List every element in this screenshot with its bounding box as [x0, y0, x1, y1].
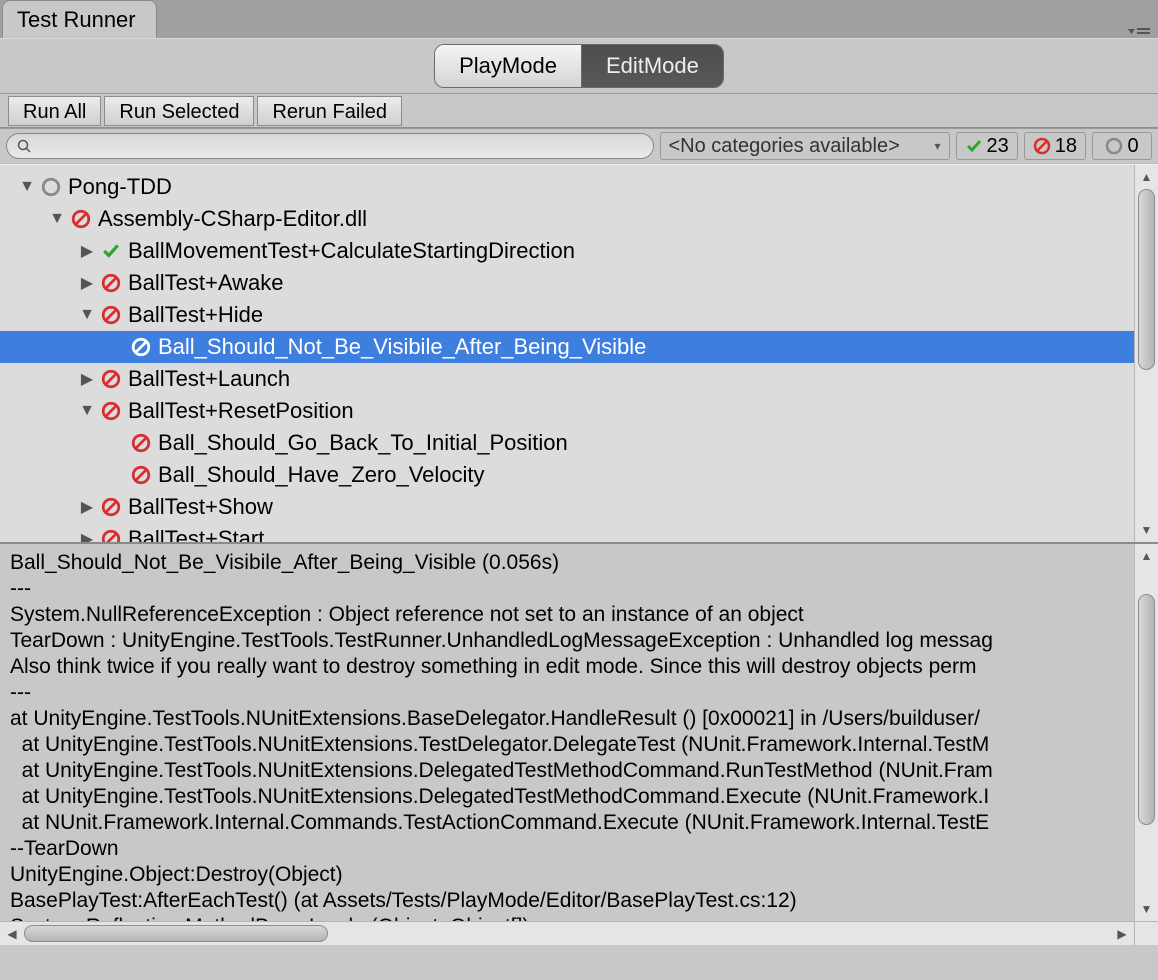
fail-icon — [70, 208, 92, 230]
tree-row[interactable]: ▶ BallTest+Awake — [0, 267, 1158, 299]
tree-item-label: Ball_Should_Not_Be_Visibile_After_Being_… — [158, 334, 646, 360]
mode-toggle: PlayMode EditMode — [434, 44, 724, 88]
run-all-button[interactable]: Run All — [8, 96, 101, 126]
pass-count-box[interactable]: 23 — [956, 132, 1018, 160]
tree-row[interactable]: Ball_Should_Not_Be_Visibile_After_Being_… — [0, 331, 1158, 363]
scroll-corner — [1134, 921, 1158, 945]
fail-icon — [130, 336, 152, 358]
pass-icon — [100, 240, 122, 262]
dropdown-arrow-icon: ▾ — [934, 139, 940, 153]
tree-row[interactable]: ▼ Assembly-CSharp-Editor.dll — [0, 203, 1158, 235]
tree-item-label: BallTest+Start — [128, 526, 264, 542]
tree-item-label: Ball_Should_Go_Back_To_Initial_Position — [158, 430, 568, 456]
tree-row[interactable]: ▼ BallTest+Hide — [0, 299, 1158, 331]
test-details[interactable]: Ball_Should_Not_Be_Visibile_After_Being_… — [0, 544, 1158, 945]
window-title: Test Runner — [17, 7, 136, 33]
tree-row[interactable]: ▶ BallTest+Launch — [0, 363, 1158, 395]
scroll-down-icon[interactable]: ▼ — [1135, 518, 1158, 542]
expand-arrow-icon[interactable]: ▶ — [78, 369, 96, 389]
scroll-right-icon[interactable]: ▶ — [1110, 922, 1134, 945]
tree-item-label: BallTest+Hide — [128, 302, 263, 328]
scroll-up-icon[interactable]: ▲ — [1135, 544, 1158, 568]
scroll-up-icon[interactable]: ▲ — [1135, 165, 1158, 189]
tree-item-label: BallTest+Launch — [128, 366, 290, 392]
tree-wrapper: ▼Pong-TDD▼Assembly-CSharp-Editor.dll▶Bal… — [0, 164, 1158, 542]
fail-icon — [100, 496, 122, 518]
neutral-icon — [40, 176, 62, 198]
fail-count-box[interactable]: 18 — [1024, 132, 1086, 160]
categories-label: <No categories available> — [669, 135, 900, 158]
fail-icon — [100, 272, 122, 294]
expand-arrow-icon[interactable]: ▶ — [78, 241, 96, 261]
search-field[interactable] — [6, 133, 654, 159]
fail-icon — [1033, 137, 1051, 155]
fail-icon — [130, 432, 152, 454]
expand-arrow-icon[interactable]: ▼ — [78, 306, 96, 324]
tab-bar: Test Runner — [0, 0, 1158, 38]
tree-row[interactable]: ▼ Pong-TDD — [0, 171, 1158, 203]
tree-item-label: Assembly-CSharp-Editor.dll — [98, 206, 367, 232]
tree-item-label: BallTest+Show — [128, 494, 273, 520]
tree-row[interactable]: Ball_Should_Go_Back_To_Initial_Position — [0, 427, 1158, 459]
fail-icon — [100, 368, 122, 390]
expand-arrow-icon[interactable]: ▼ — [18, 178, 36, 196]
fail-icon — [100, 304, 122, 326]
scroll-left-icon[interactable]: ◀ — [0, 922, 24, 945]
pending-count: 0 — [1127, 135, 1138, 158]
filter-row: <No categories available> ▾ 23 18 0 — [0, 128, 1158, 164]
tree-item-label: BallTest+ResetPosition — [128, 398, 354, 424]
run-selected-button[interactable]: Run Selected — [104, 96, 254, 126]
playmode-button[interactable]: PlayMode — [435, 45, 581, 87]
tree-item-label: BallMovementTest+CalculateStartingDirect… — [128, 238, 575, 264]
expand-arrow-icon[interactable]: ▶ — [78, 529, 96, 542]
pass-count: 23 — [987, 135, 1009, 158]
tree-row[interactable]: ▶ BallTest+Start — [0, 523, 1158, 542]
details-hscrollbar[interactable]: ◀ ▶ — [0, 921, 1134, 945]
pass-icon — [965, 137, 983, 155]
expand-arrow-icon[interactable]: ▶ — [78, 497, 96, 517]
tree-item-label: BallTest+Awake — [128, 270, 284, 296]
search-icon — [17, 139, 31, 153]
expand-arrow-icon[interactable]: ▼ — [78, 402, 96, 420]
run-row: Run All Run Selected Rerun Failed — [0, 94, 1158, 128]
mode-row: PlayMode EditMode — [0, 38, 1158, 94]
fail-count: 18 — [1055, 135, 1077, 158]
fail-icon — [100, 528, 122, 542]
categories-dropdown[interactable]: <No categories available> ▾ — [660, 132, 950, 160]
tree-scrollbar[interactable]: ▲ ▼ — [1134, 165, 1158, 542]
pending-icon — [1105, 137, 1123, 155]
tree-row[interactable]: ▶ BallMovementTest+CalculateStartingDirec… — [0, 235, 1158, 267]
window-tab-test-runner[interactable]: Test Runner — [2, 0, 157, 38]
expand-arrow-icon[interactable]: ▶ — [78, 273, 96, 293]
tree-item-label: Ball_Should_Have_Zero_Velocity — [158, 462, 485, 488]
tree-row[interactable]: ▼ BallTest+ResetPosition — [0, 395, 1158, 427]
fail-icon — [100, 400, 122, 422]
test-tree[interactable]: ▼Pong-TDD▼Assembly-CSharp-Editor.dll▶Bal… — [0, 165, 1158, 542]
fail-icon — [130, 464, 152, 486]
tree-item-label: Pong-TDD — [68, 174, 172, 200]
tree-row[interactable]: Ball_Should_Have_Zero_Velocity — [0, 459, 1158, 491]
expand-arrow-icon[interactable]: ▼ — [48, 210, 66, 228]
tab-options-icon[interactable] — [1128, 26, 1150, 36]
rerun-failed-button[interactable]: Rerun Failed — [257, 96, 402, 126]
editmode-button[interactable]: EditMode — [581, 45, 723, 87]
tree-row[interactable]: ▶ BallTest+Show — [0, 491, 1158, 523]
search-input[interactable] — [36, 136, 643, 157]
pending-count-box[interactable]: 0 — [1092, 132, 1152, 160]
details-vscrollbar[interactable]: ▲ ▼ — [1134, 544, 1158, 921]
scroll-down-icon[interactable]: ▼ — [1135, 897, 1158, 921]
details-wrapper: Ball_Should_Not_Be_Visibile_After_Being_… — [0, 542, 1158, 945]
